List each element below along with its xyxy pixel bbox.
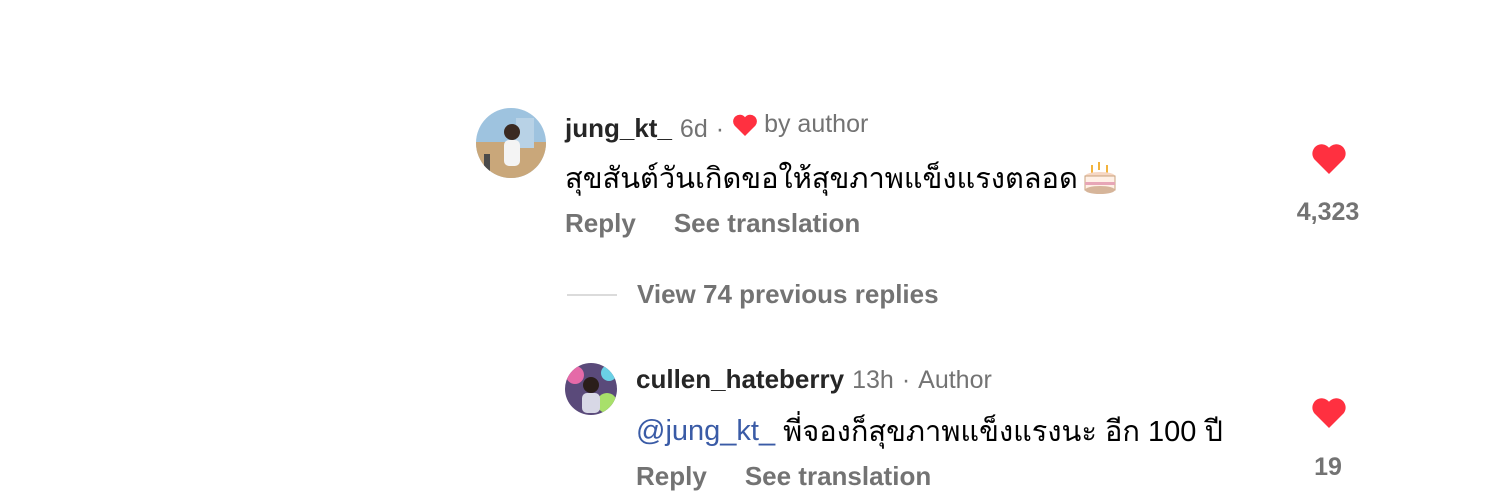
heart-icon: [732, 113, 758, 137]
reply-text-row: @jung_kt_ พี่จองก็สุขภาพแข็งแรงนะ อีก 10…: [636, 408, 1223, 454]
divider-line: [567, 293, 617, 296]
see-translation-button[interactable]: See translation: [674, 208, 860, 239]
meta-separator: ·: [901, 366, 911, 394]
view-replies-button[interactable]: View 74 previous replies: [637, 279, 939, 310]
see-translation-button[interactable]: See translation: [745, 461, 931, 492]
heart-icon: [1312, 398, 1346, 428]
comment-username[interactable]: jung_kt_: [565, 113, 672, 144]
liked-by-label: by author: [764, 110, 869, 138]
meta-separator: ·: [715, 114, 725, 143]
reply-button[interactable]: Reply: [565, 208, 636, 239]
like-button[interactable]: [1311, 396, 1347, 430]
author-badge: Author: [918, 366, 992, 394]
reply-time: 13h: [852, 366, 894, 394]
comment-time: 6d: [679, 114, 708, 143]
like-button[interactable]: [1311, 142, 1347, 176]
reply-item: cullen_hateberry 13h · Author @jung_kt_ …: [0, 340, 1500, 499]
reply-text: พี่จองก็สุขภาพแข็งแรงนะ อีก 100 ปี: [775, 416, 1223, 448]
like-count: 4,323: [1296, 198, 1360, 226]
comment-text-row: สุขสันต์วันเกิดขอให้สุขภาพแข็งแรงตลอด: [565, 155, 1118, 201]
comment-text: สุขสันต์วันเกิดขอให้สุขภาพแข็งแรงตลอด: [565, 163, 1078, 195]
reply-username[interactable]: cullen_hateberry: [636, 364, 844, 395]
birthday-cake-icon: [1082, 160, 1118, 196]
liked-by-author: by author: [732, 110, 868, 139]
heart-icon: [1312, 144, 1346, 174]
mention-link[interactable]: @jung_kt_: [636, 415, 775, 448]
like-count: 19: [1314, 453, 1342, 481]
reply-button[interactable]: Reply: [636, 461, 707, 492]
view-replies-row[interactable]: View 74 previous replies: [567, 279, 939, 310]
comment-item: jung_kt_ 6d · by author สุขสันต์วันเกิดข…: [0, 0, 1500, 250]
avatar[interactable]: [476, 108, 546, 178]
avatar[interactable]: [565, 363, 617, 415]
